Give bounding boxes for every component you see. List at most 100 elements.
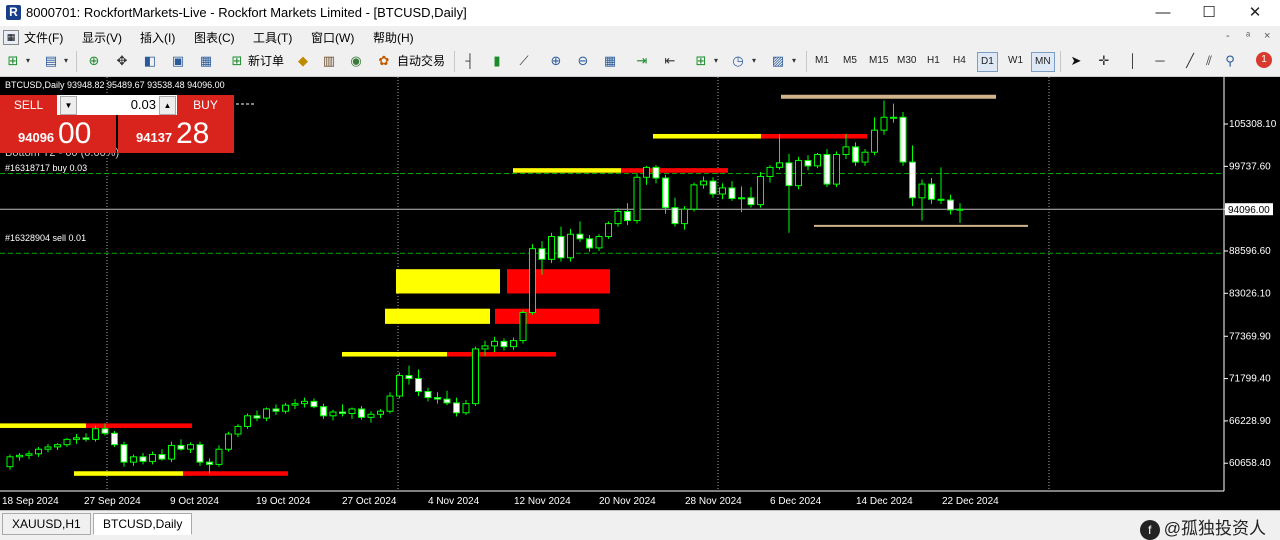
terminal-icon[interactable]: ▣ — [168, 51, 188, 71]
timeframe-m30[interactable]: M30 — [894, 52, 919, 70]
menu-file[interactable]: 文件(F) — [24, 29, 63, 46]
market-watch-icon[interactable]: ⊕ — [84, 51, 104, 71]
lot-decrease-icon[interactable]: ▼ — [60, 96, 77, 115]
candle-bear — [652, 166, 660, 179]
indicators-dropdown-icon[interactable]: ▾ — [712, 51, 720, 71]
auto-trading-button[interactable]: 自动交易 — [397, 51, 445, 71]
timeframe-mn[interactable]: MN — [1031, 52, 1055, 72]
chart-shift-icon[interactable]: ⇤ — [660, 51, 680, 71]
zoom-in-icon[interactable]: ⊕ — [546, 51, 566, 71]
candle-bear — [339, 411, 346, 415]
cursor-icon[interactable]: ➤ — [1066, 51, 1086, 71]
candle-bull — [833, 153, 840, 185]
time-tick-label: 6 Dec 2024 — [770, 496, 822, 507]
equidistant-channel-icon[interactable]: ⫽ — [1202, 51, 1216, 71]
sell-price-main: 00 — [58, 117, 92, 150]
maximize-button[interactable]: ☐ — [1186, 0, 1232, 26]
crosshair-icon[interactable]: ✛ — [1094, 51, 1114, 71]
app-logo-icon: R — [6, 5, 21, 20]
profiles-icon[interactable]: ▤ — [42, 51, 60, 71]
timeframe-m15[interactable]: M15 — [866, 52, 891, 70]
mdi-restore-button[interactable]: ᵃ — [1246, 30, 1250, 42]
new-chart-dropdown-icon[interactable]: ▾ — [24, 51, 32, 71]
zoom-out-icon[interactable]: ⊖ — [573, 51, 593, 71]
buy-button[interactable]: BUY — [177, 95, 234, 115]
supply-demand-zone-red — [761, 133, 867, 139]
horizontal-line-icon[interactable]: ─ — [1150, 51, 1170, 71]
timeframe-h4[interactable]: H4 — [950, 52, 969, 70]
auto-trading-icon[interactable]: ✿ — [374, 51, 394, 71]
timeframe-w1[interactable]: W1 — [1005, 52, 1026, 70]
candle-bear — [804, 160, 812, 167]
candle-bull — [215, 448, 223, 465]
close-button[interactable]: ✕ — [1232, 0, 1278, 26]
candle-bull — [890, 116, 897, 119]
auto-scroll-icon[interactable]: ⇥ — [632, 51, 652, 71]
signals-icon[interactable]: ▥ — [320, 51, 338, 71]
timeframe-m5[interactable]: M5 — [840, 52, 860, 70]
periods-dropdown-icon[interactable]: ▾ — [750, 51, 758, 71]
time-tick-label: 22 Dec 2024 — [942, 496, 999, 507]
new-order-icon[interactable]: ⊞ — [228, 51, 246, 71]
data-window-icon[interactable]: ✥ — [112, 51, 132, 71]
supply-demand-zone-yellow — [74, 471, 183, 476]
notification-badge[interactable]: 1 — [1256, 52, 1272, 68]
order-label-buy: #16318717 buy 0.03 — [5, 163, 88, 173]
menu-view[interactable]: 显示(V) — [82, 29, 122, 46]
timeframe-m1[interactable]: M1 — [812, 52, 832, 70]
watermark-text: @孤独投资人 — [1163, 519, 1266, 538]
profiles-dropdown-icon[interactable]: ▾ — [62, 51, 70, 71]
candle-bull — [861, 151, 869, 163]
candle-bull — [776, 162, 783, 168]
lot-size-input[interactable]: 0.03 — [78, 96, 158, 114]
chart-header: BTCUSD,Daily 93948.82 95489.67 93538.48 … — [5, 80, 225, 90]
mdi-minimize-button[interactable]: - — [1226, 30, 1230, 42]
sell-button[interactable]: SELL — [0, 95, 57, 115]
toolbar-separator — [454, 51, 455, 72]
vertical-line-icon[interactable]: │ — [1124, 51, 1142, 71]
search-icon[interactable]: ⚲ — [1222, 51, 1238, 71]
timeframe-h1[interactable]: H1 — [924, 52, 943, 70]
indicators-icon[interactable]: ⊞ — [692, 51, 710, 71]
tab-xauusd-h1[interactable]: XAUUSD,H1 — [2, 513, 91, 535]
candle-bull — [225, 433, 232, 450]
candle-bull — [918, 183, 926, 199]
tab-btcusd-daily[interactable]: BTCUSD,Daily — [93, 513, 193, 535]
market-icon[interactable]: ◉ — [347, 51, 365, 71]
menu-window[interactable]: 窗口(W) — [311, 29, 354, 46]
strategy-tester-icon[interactable]: ▦ — [196, 51, 216, 71]
sell-price-button[interactable]: 94096 00 — [0, 115, 116, 153]
new-chart-icon[interactable]: ⊞ — [4, 51, 22, 71]
navigator-icon[interactable]: ◧ — [140, 51, 160, 71]
minimize-button[interactable]: — — [1140, 0, 1186, 26]
candle-bull — [529, 248, 536, 313]
templates-dropdown-icon[interactable]: ▾ — [790, 51, 798, 71]
candlestick-chart-icon[interactable]: ▮ — [487, 51, 507, 71]
candle-bull — [234, 425, 242, 435]
candle-bull — [291, 403, 299, 406]
trend-line-icon[interactable]: ╱ — [1180, 51, 1200, 71]
candle-bull — [92, 428, 99, 440]
candle-bull — [367, 413, 375, 418]
candle-bull — [187, 444, 194, 450]
chart-window-icon[interactable]: ▦ — [3, 30, 19, 45]
candle-bear — [709, 180, 717, 195]
mdi-close-button[interactable]: × — [1264, 30, 1270, 42]
buy-price-button[interactable]: 94137 28 — [118, 115, 234, 153]
menu-tools[interactable]: 工具(T) — [253, 29, 292, 46]
templates-icon[interactable]: ▨ — [768, 51, 788, 71]
metaeditor-icon[interactable]: ◆ — [294, 51, 312, 71]
candle-bear — [358, 408, 365, 418]
price-tick-label: 71799.40 — [1229, 374, 1271, 385]
bar-chart-icon[interactable]: ┤ — [460, 51, 480, 71]
periods-icon[interactable]: ◷ — [728, 51, 748, 71]
tile-windows-icon[interactable]: ▦ — [600, 51, 620, 71]
timeframe-d1[interactable]: D1 — [977, 52, 998, 72]
menu-chart[interactable]: 图表(C) — [194, 29, 235, 46]
menu-insert[interactable]: 插入(I) — [140, 29, 175, 46]
new-order-button[interactable]: 新订单 — [248, 51, 284, 71]
lot-increase-icon[interactable]: ▲ — [159, 96, 176, 115]
line-chart-icon[interactable]: ⟋ — [514, 51, 534, 71]
candle-bull — [377, 410, 384, 415]
menu-help[interactable]: 帮助(H) — [373, 29, 414, 46]
